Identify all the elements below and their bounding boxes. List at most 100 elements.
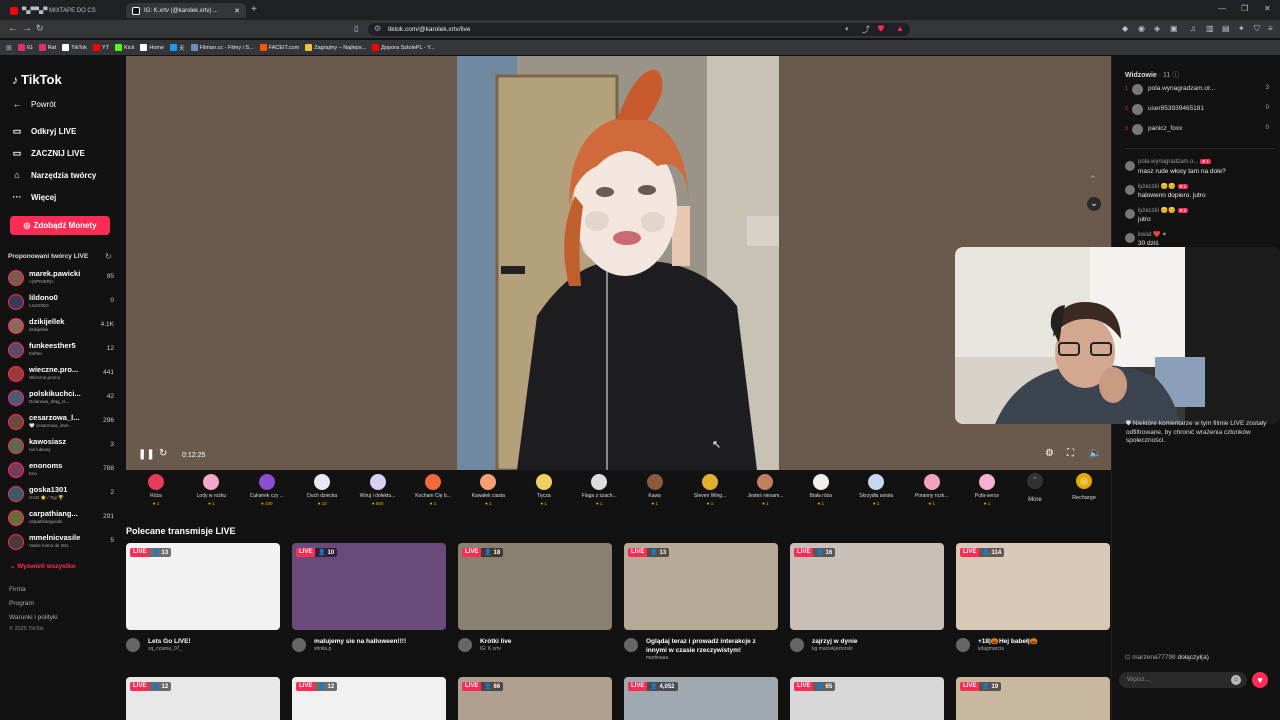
live-card[interactable]: LIVE 👤 66: [458, 677, 612, 720]
live-card[interactable]: LIVE 👤 13 Lets Go LIVE! xq_czarna_07_: [126, 543, 280, 652]
footer-link-company[interactable]: Firma: [9, 586, 26, 593]
gift-item[interactable]: Tęcza ● 1: [518, 474, 570, 506]
bookmark-item[interactable]: Filman.cc - Filmy i S...: [190, 44, 254, 51]
live-thumbnail[interactable]: LIVE 👤 114: [956, 543, 1110, 630]
sidebar-creator-item[interactable]: goska1301 HAZI ⭐ / Top 🏆 2: [8, 483, 114, 505]
live-card[interactable]: LIVE 👤 19: [956, 677, 1110, 720]
viewers-header[interactable]: Widzowie · 11 ⓘ: [1125, 70, 1179, 80]
emoji-icon[interactable]: ☺: [1231, 675, 1241, 685]
previous-stream-icon[interactable]: ⌃: [1089, 174, 1097, 185]
sidebar-creator-item[interactable]: enonoms Eno 788: [8, 459, 114, 481]
forward-icon[interactable]: →: [22, 23, 32, 34]
browser-tab-tiktok[interactable]: IG: K.xrtv (@karolek.xrtv) ... ✕: [126, 3, 246, 18]
maximize-icon[interactable]: ❐: [1241, 4, 1248, 13]
recharge-button[interactable]: ◎ Recharge: [1066, 473, 1102, 501]
back-icon[interactable]: ←: [8, 23, 18, 34]
extension-icon[interactable]: ◉: [1138, 24, 1145, 33]
info-icon[interactable]: ⓘ: [1172, 72, 1179, 79]
card-username[interactable]: xq_czarna_07_: [148, 646, 182, 652]
reload-icon[interactable]: ↻: [36, 23, 44, 34]
extension-icon[interactable]: ✦: [1238, 24, 1245, 33]
live-card[interactable]: LIVE 👤 18 Krótki live IG: K.xrtv: [458, 543, 612, 652]
minimize-icon[interactable]: —: [1218, 4, 1226, 13]
avatar[interactable]: [458, 638, 472, 652]
gift-item[interactable]: Flaga z szach... ● 1: [573, 474, 625, 506]
footer-link-program[interactable]: Program: [9, 600, 34, 607]
card-username[interactable]: shnila.p: [314, 646, 331, 652]
bookmark-item[interactable]: YT: [92, 44, 109, 51]
gift-item[interactable]: Lody w rożku ● 1: [185, 474, 237, 506]
bookmark-item[interactable]: Home: [140, 44, 164, 51]
bookmark-star-icon[interactable]: ▯: [354, 24, 358, 33]
live-card[interactable]: LIVE 👤 10 malujemy sie na halloween!!!! shn…: [292, 543, 446, 652]
top-viewer-item[interactable]: 2 user853939465181 0: [1125, 102, 1275, 118]
get-coins-button[interactable]: ◎ Zdobądź Monety: [10, 216, 110, 235]
heart-icon[interactable]: ♥: [1252, 672, 1268, 688]
live-card[interactable]: LIVE 👤 12: [292, 677, 446, 720]
gift-item[interactable]: Róża ● 1: [130, 474, 182, 506]
card-username[interactable]: IG: K.xrtv: [480, 646, 501, 652]
sidebar-creator-item[interactable]: polskikuchci... Dolarowa_drag_G... 42: [8, 387, 114, 409]
extension-icon[interactable]: ⛉: [1254, 24, 1260, 34]
sidebar-creator-item[interactable]: kawosiasz nie lubiany 3: [8, 435, 114, 457]
live-card[interactable]: LIVE 👤 4,052: [624, 677, 778, 720]
mute-site-icon[interactable]: ◐: [845, 24, 850, 33]
top-viewer-item[interactable]: 3 panicz_foxx 0: [1125, 122, 1275, 138]
live-card[interactable]: LIVE 👤 12: [126, 677, 280, 720]
shield-icon[interactable]: ⛊: [878, 24, 884, 34]
extension-icon[interactable]: ◈: [1154, 24, 1160, 33]
sidebar-creator-item[interactable]: lildono0 LILDONO 0: [8, 291, 114, 313]
gift-item[interactable]: Duch dziecka ● 10: [296, 474, 348, 506]
bookmark-item[interactable]: Rat: [38, 44, 56, 51]
avatar[interactable]: [126, 638, 140, 652]
avatar[interactable]: [790, 638, 804, 652]
bookmark-item[interactable]: Zagrajmy – Najleps...: [305, 44, 366, 51]
card-title[interactable]: malujemy sie na halloween!!!!: [314, 638, 446, 647]
extension-icon[interactable]: ◆: [1122, 24, 1128, 33]
sidebar-icon[interactable]: ▥: [1206, 24, 1214, 33]
sidebar-creator-item[interactable]: wieczne.pro... Wieczne.promo 441: [8, 363, 114, 385]
bookmark-item[interactable]: 天: [170, 44, 185, 52]
nav-creator-tools[interactable]: ⌂ Narzędzia twórcy: [11, 170, 96, 180]
new-tab-icon[interactable]: +: [251, 4, 257, 15]
more-gifts-button[interactable]: ⌃ More: [1020, 473, 1050, 503]
gift-item[interactable]: Pufa-serce ● 1: [961, 474, 1013, 506]
refresh-icon[interactable]: ↻: [105, 252, 112, 261]
sidebar-creator-item[interactable]: dzikijellek dzikijellek 4.1K: [8, 315, 114, 337]
menu-icon[interactable]: ≡: [1268, 24, 1273, 33]
card-username[interactable]: kdagmarcia: [978, 646, 1004, 652]
pause-icon[interactable]: ❚❚: [138, 449, 155, 460]
close-window-icon[interactable]: ✕: [1264, 4, 1271, 13]
sidebar-creator-item[interactable]: mmelnicvasile Vasile Inima de ISU... 5: [8, 531, 114, 553]
live-card[interactable]: LIVE 👤 65: [790, 677, 944, 720]
bookmark-item[interactable]: FACEIT.com: [259, 44, 299, 51]
gift-item[interactable]: Jesteś niesam... ● 1: [739, 474, 791, 506]
live-card[interactable]: LIVE 👤 114 +18|🎃Hej babeł|🎃 kdagmarcia: [956, 543, 1110, 652]
avatar[interactable]: [292, 638, 306, 652]
gift-item[interactable]: Kawa ● 1: [629, 474, 681, 506]
sidebar-creator-item[interactable]: funkeesther5 Esther 12: [8, 339, 114, 361]
nav-discover-live[interactable]: ▭ Odkryj LIVE: [11, 126, 77, 137]
settings-gear-icon[interactable]: ⚙: [1045, 448, 1054, 459]
apps-icon[interactable]: ⊞: [6, 44, 12, 52]
top-viewer-item[interactable]: 1 pola.wynagradzam.or... 3: [1125, 82, 1275, 98]
gift-item[interactable]: Kawałek ciasta ● 1: [462, 474, 514, 506]
avatar[interactable]: [624, 638, 638, 652]
share-icon[interactable]: ⤴: [862, 24, 870, 35]
gift-item[interactable]: Steven Wing... ● 1: [684, 474, 736, 506]
live-card[interactable]: LIVE 👤 16 zajrzyj w dynie kg maciekjeziorsk…: [790, 543, 944, 652]
gift-item[interactable]: Skrzydła anioła ● 1: [850, 474, 902, 506]
stream-video[interactable]: [457, 56, 779, 470]
site-info-icon[interactable]: ⚙: [374, 24, 381, 33]
joined-user[interactable]: marzena77798: [1132, 654, 1175, 661]
card-username[interactable]: martinaaa: [646, 655, 668, 661]
volume-icon[interactable]: 🔈: [1089, 448, 1101, 459]
bookmark-item[interactable]: TikTok: [62, 44, 87, 51]
refresh-stream-icon[interactable]: ↻: [159, 448, 167, 459]
browser-tab-mixtape[interactable]: ▀▄▀▀▄▀ MIXTAPE DO CS: [4, 3, 122, 18]
nav-more[interactable]: ··· Więcej: [11, 192, 57, 202]
nav-start-live[interactable]: ▭ ZACZNIJ LIVE: [11, 148, 85, 159]
tiktok-logo[interactable]: ♪ TikTok: [12, 72, 62, 87]
live-thumbnail[interactable]: LIVE 👤 16: [790, 543, 944, 630]
gift-item[interactable]: Kocham Cię b... ● 1: [407, 474, 459, 506]
